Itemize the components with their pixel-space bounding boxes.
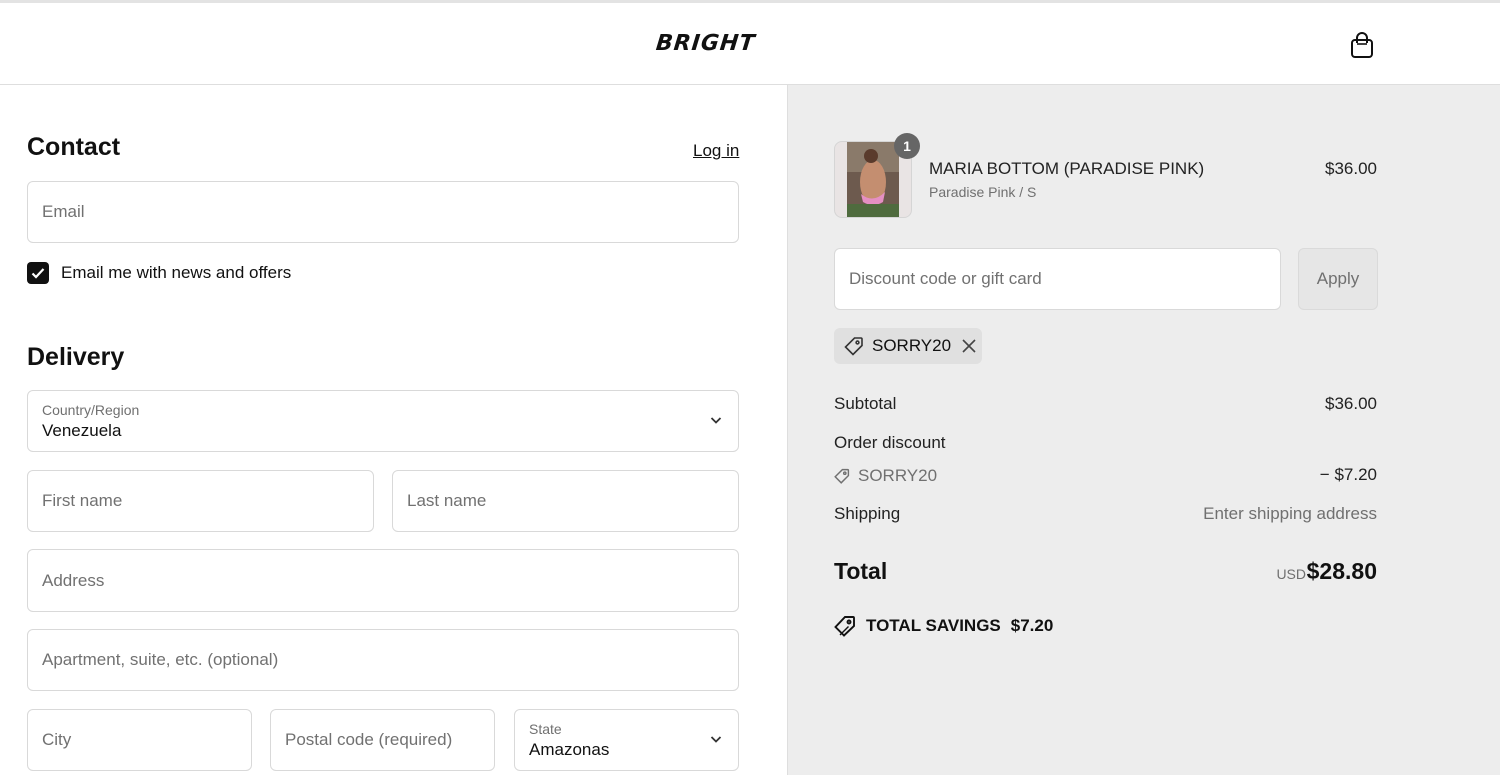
city-input[interactable] bbox=[28, 710, 251, 770]
email-field[interactable] bbox=[27, 181, 739, 243]
discount-field[interactable] bbox=[834, 248, 1281, 310]
subtotal-label: Subtotal bbox=[834, 394, 897, 413]
last-name-field[interactable] bbox=[392, 470, 739, 532]
apply-button[interactable]: Apply bbox=[1298, 248, 1378, 310]
contact-heading: Contact bbox=[27, 133, 121, 161]
postal-code-field[interactable] bbox=[270, 709, 495, 771]
order-discount-value: − $7.20 bbox=[1319, 465, 1377, 484]
shipping-value: Enter shipping address bbox=[1203, 504, 1377, 523]
total-label: Total bbox=[834, 558, 888, 584]
address-field[interactable] bbox=[27, 549, 739, 612]
brand-logo[interactable]: BRIGHT bbox=[655, 31, 757, 56]
delivery-heading: Delivery bbox=[27, 343, 125, 371]
postal-code-input[interactable] bbox=[271, 710, 494, 770]
order-discount-code: SORRY20 bbox=[834, 466, 937, 486]
tag-icon bbox=[834, 468, 850, 484]
total-savings: TOTAL SAVINGS $7.20 bbox=[834, 615, 1053, 637]
chevron-down-icon bbox=[710, 417, 722, 424]
newsletter-label: Email me with news and offers bbox=[61, 263, 292, 282]
first-name-input[interactable] bbox=[28, 471, 373, 531]
applied-discount-code: SORRY20 bbox=[872, 336, 952, 355]
savings-tag-icon bbox=[834, 616, 855, 637]
city-field[interactable] bbox=[27, 709, 252, 771]
site-header: BRIGHT bbox=[0, 3, 1500, 85]
quantity-badge: 1 bbox=[894, 133, 920, 159]
login-link[interactable]: Log in bbox=[693, 141, 739, 161]
newsletter-checkbox-row[interactable]: Email me with news and offers bbox=[27, 261, 291, 285]
product-price: $36.00 bbox=[1325, 159, 1377, 178]
state-select[interactable]: State Amazonas bbox=[514, 709, 739, 771]
applied-discount-chip: SORRY20 bbox=[834, 328, 982, 364]
last-name-input[interactable] bbox=[393, 471, 738, 531]
newsletter-checkbox[interactable] bbox=[27, 262, 49, 284]
order-discount-code-text: SORRY20 bbox=[858, 466, 938, 485]
country-value: Venezuela bbox=[42, 421, 122, 440]
order-discount-label: Order discount bbox=[834, 433, 946, 452]
checkout-form: Contact Log in Email me with news and of… bbox=[0, 85, 787, 775]
country-label: Country/Region bbox=[42, 402, 140, 418]
state-value: Amazonas bbox=[529, 740, 610, 759]
order-summary: 1 MARIA BOTTOM (PARADISE PINK) Paradise … bbox=[787, 85, 1500, 775]
subtotal-value: $36.00 bbox=[1325, 394, 1377, 413]
remove-discount-icon[interactable] bbox=[961, 338, 977, 354]
total-savings-value: $7.20 bbox=[1010, 616, 1054, 635]
shipping-label: Shipping bbox=[834, 504, 901, 523]
state-label: State bbox=[529, 721, 562, 737]
tag-icon bbox=[844, 337, 863, 356]
total-value: $28.80 bbox=[1306, 558, 1377, 584]
checkmark-icon bbox=[31, 268, 45, 279]
discount-input[interactable] bbox=[835, 249, 1280, 309]
chevron-down-icon bbox=[710, 736, 722, 743]
first-name-field[interactable] bbox=[27, 470, 374, 532]
email-input[interactable] bbox=[28, 182, 738, 242]
address-input[interactable] bbox=[28, 550, 738, 611]
total-savings-label: TOTAL SAVINGS bbox=[866, 616, 1001, 635]
product-variant: Paradise Pink / S bbox=[929, 184, 1037, 200]
product-name: MARIA BOTTOM (PARADISE PINK) bbox=[929, 159, 1205, 178]
apartment-input[interactable] bbox=[28, 630, 738, 690]
apartment-field[interactable] bbox=[27, 629, 739, 691]
country-select[interactable]: Country/Region Venezuela bbox=[27, 390, 739, 452]
total-currency: USD bbox=[1276, 566, 1306, 582]
shopping-bag-icon[interactable] bbox=[1349, 31, 1375, 59]
